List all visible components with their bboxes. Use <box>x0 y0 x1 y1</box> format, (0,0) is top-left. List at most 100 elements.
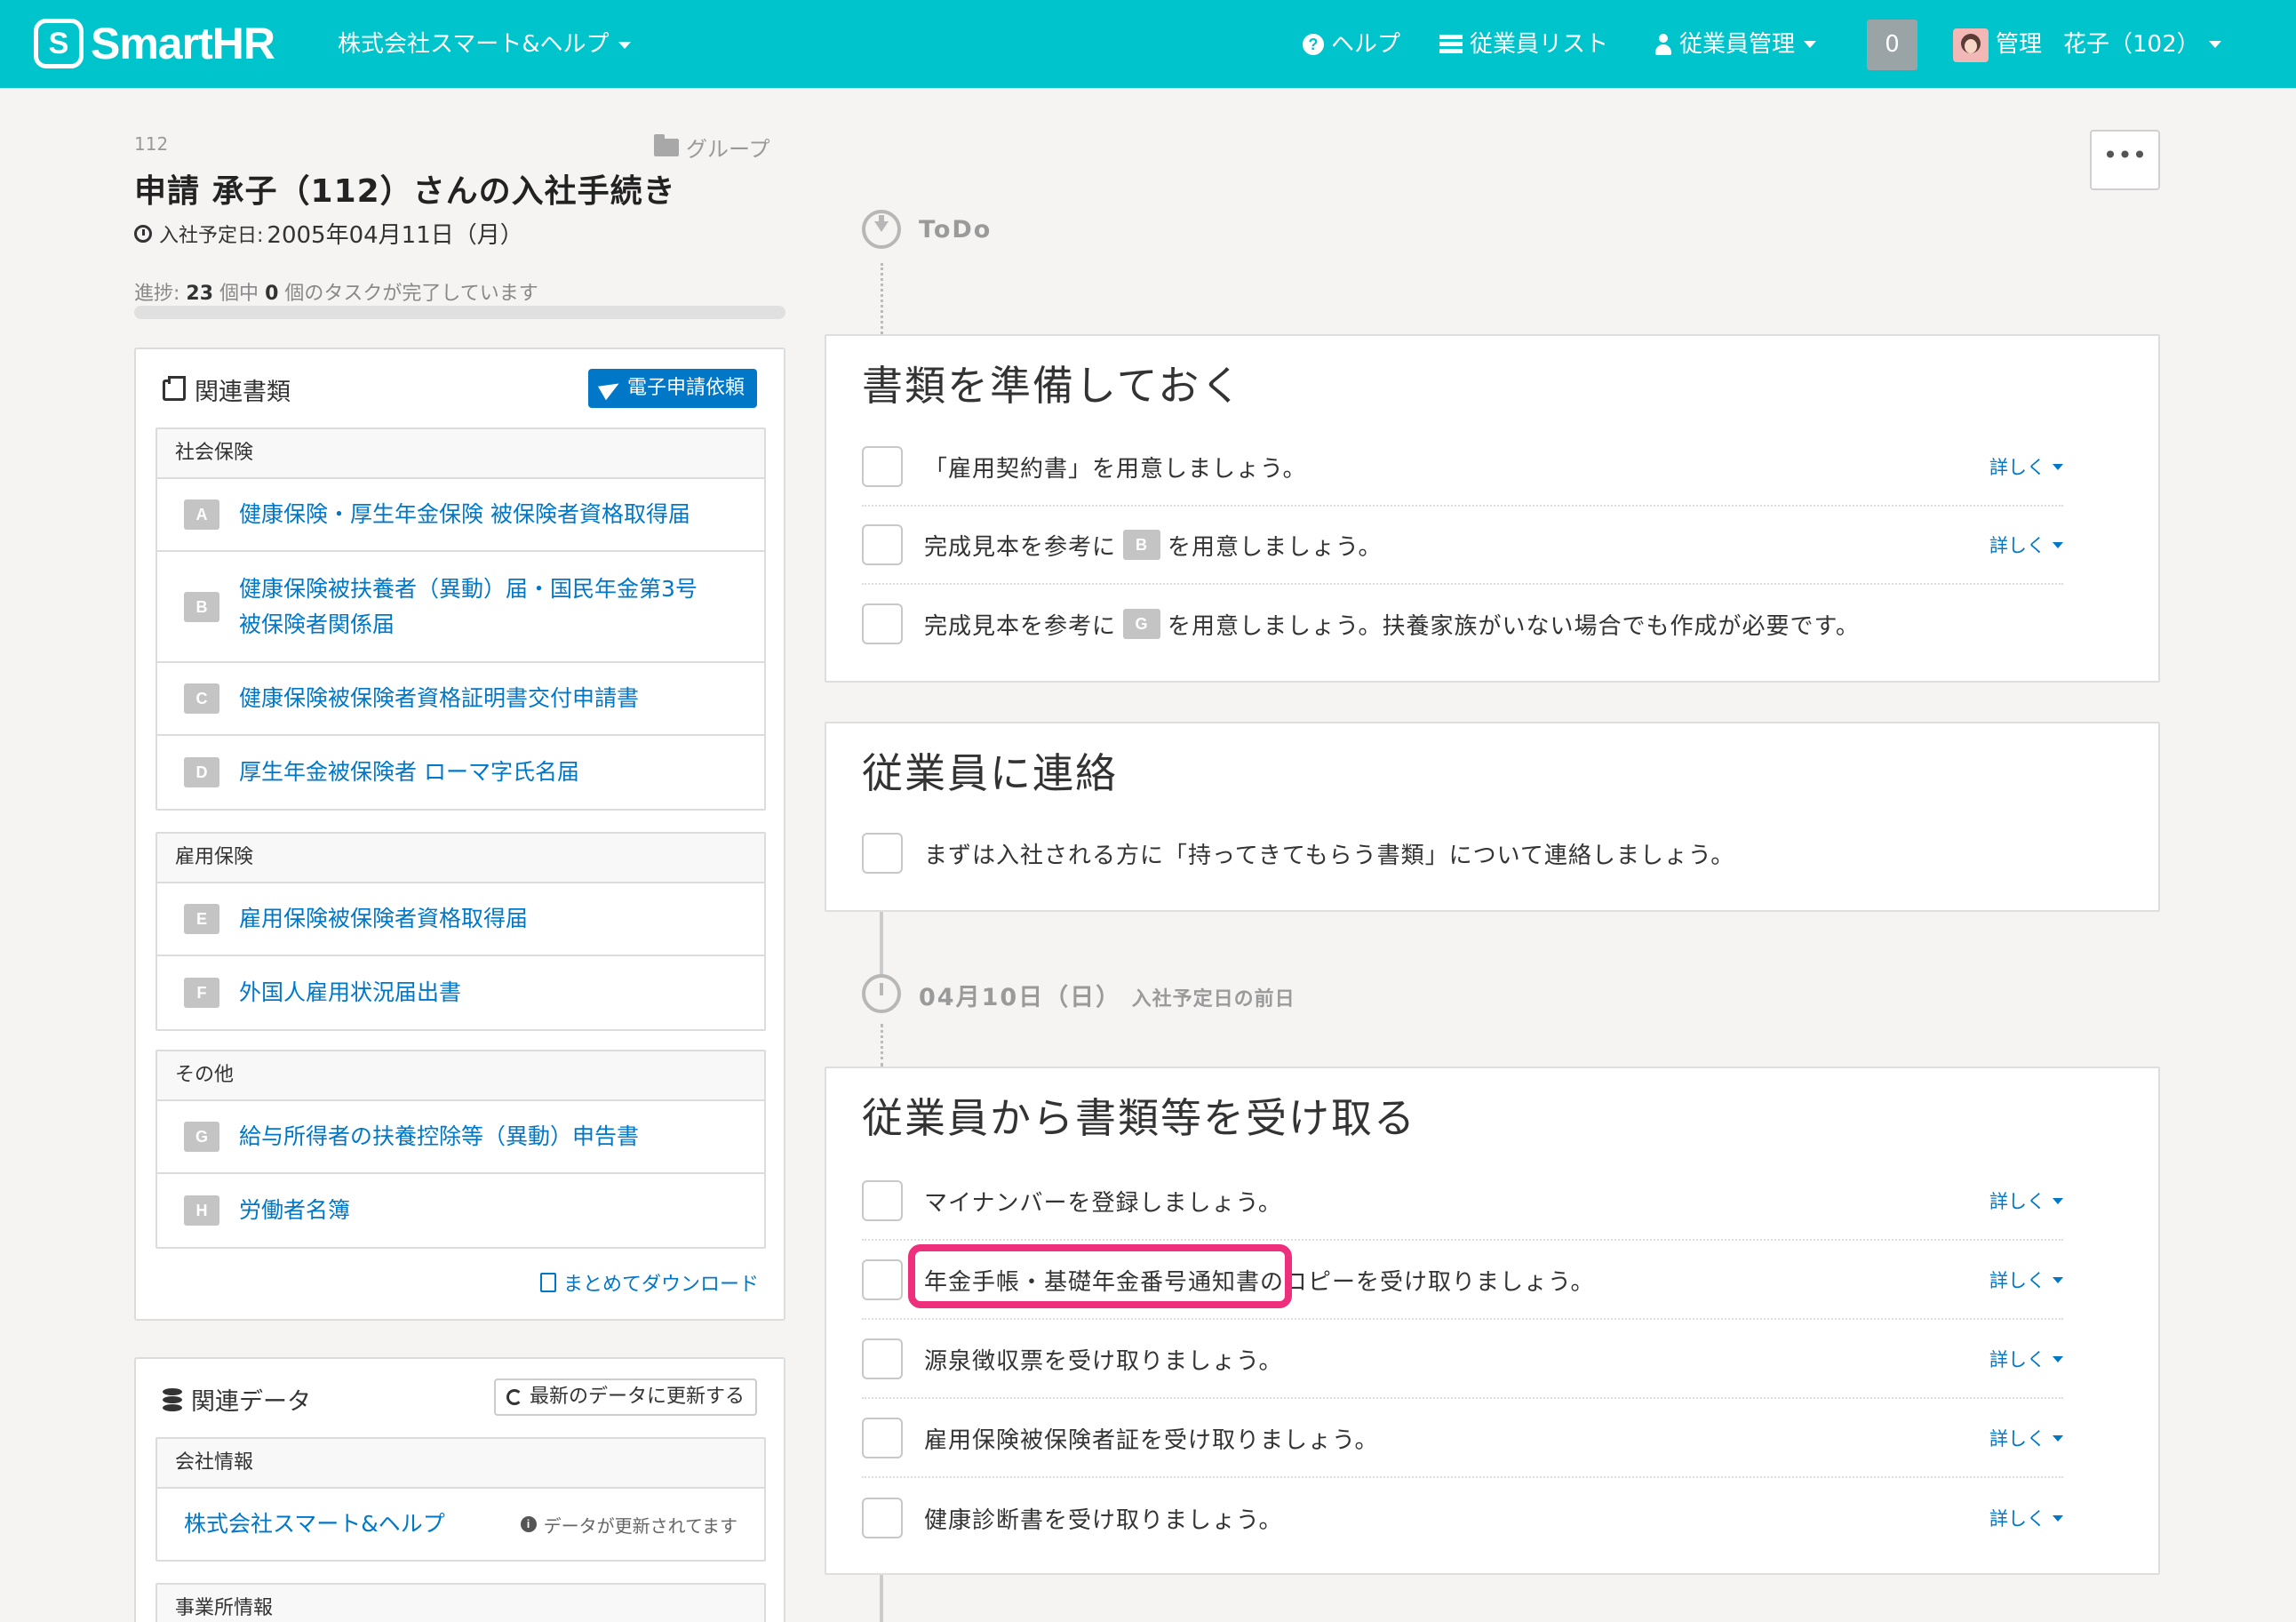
file-download-icon <box>539 1273 556 1292</box>
task-checkbox[interactable] <box>862 1498 903 1538</box>
office-info-group: 事業所情報 <box>155 1583 766 1622</box>
task-row: 源泉徴収票を受け取りましょう。 詳しく <box>862 1321 2063 1399</box>
user-menu[interactable]: 管理 花子（102） <box>1996 27 2221 62</box>
document-letter-badge: E <box>184 904 219 934</box>
company-switcher[interactable]: 株式会社スマート&ヘルプ <box>338 28 631 60</box>
related-documents-panel: 関連書類 電子申請依頼 社会保険 A 健康保険・厚生年金保険 被保険者資格取得届 … <box>134 348 785 1321</box>
card-title: 従業員に連絡 <box>862 749 1118 797</box>
task-card-receive-documents: 従業員から書類等を受け取る マイナンバーを登録しましょう。 詳しく 年金手帳・基… <box>825 1067 2160 1575</box>
details-label: 詳しく <box>1989 1349 2045 1370</box>
card-title: 従業員から書類等を受け取る <box>862 1094 1416 1142</box>
details-toggle[interactable]: 詳しく <box>1989 1346 2063 1372</box>
document-group-label: 社会保険 <box>157 429 764 479</box>
document-link[interactable]: 健康保険被保険者資格証明書交付申請書 <box>239 681 639 716</box>
office-info-label: 事業所情報 <box>157 1585 764 1622</box>
task-checkbox[interactable] <box>862 1338 903 1379</box>
task-row: 雇用保険被保険者証を受け取りましょう。 詳しく <box>862 1400 2063 1478</box>
document-row-h[interactable]: H 労働者名簿 <box>157 1174 764 1247</box>
question-circle-icon: ? <box>1303 34 1324 55</box>
timeline-dash <box>881 263 883 334</box>
join-date-label: 入社予定日: <box>159 224 264 247</box>
group-link[interactable]: グループ <box>654 132 770 163</box>
smarthr-logo[interactable]: S SmartHR <box>34 18 275 69</box>
user-icon <box>1654 34 1672 55</box>
document-link[interactable]: 厚生年金被保険者 ローマ字氏名届 <box>239 755 579 790</box>
document-row-e[interactable]: E 雇用保険被保険者資格取得届 <box>157 883 764 956</box>
timeline-line <box>880 910 883 981</box>
task-card-contact-employee: 従業員に連絡 まずは入社される方に「持ってきてもらう書類」について連絡しましょう… <box>825 722 2160 912</box>
employee-management-label: 従業員管理 <box>1679 31 1796 58</box>
user-name: 花子（102） <box>2063 31 2200 58</box>
task-checkbox[interactable] <box>862 833 903 874</box>
page-title: 申請 承子（112）さんの入社手続き <box>134 173 676 210</box>
clock-icon <box>862 974 901 1013</box>
document-row-a[interactable]: A 健康保険・厚生年金保険 被保険者資格取得届 <box>157 479 764 552</box>
refresh-data-button[interactable]: 最新のデータに更新する <box>493 1378 757 1416</box>
more-options-button[interactable]: ••• <box>2090 130 2160 190</box>
folder-icon <box>654 133 679 156</box>
download-all-link[interactable]: まとめてダウンロード <box>539 1268 759 1297</box>
details-toggle[interactable]: 詳しく <box>1989 1187 2063 1214</box>
task-row: まずは入社される方に「持ってきてもらう書類」について連絡しましょう。 <box>862 814 2063 892</box>
document-row-g[interactable]: G 給与所得者の扶養控除等（異動）申告書 <box>157 1101 764 1174</box>
document-row-c[interactable]: C 健康保険被保険者資格証明書交付申請書 <box>157 663 764 736</box>
timeline-line <box>880 1575 883 1622</box>
employee-list-link[interactable]: 従業員リスト <box>1439 27 1608 62</box>
progress-bar <box>134 306 785 319</box>
document-link[interactable]: 外国人雇用状況届出書 <box>239 975 461 1011</box>
progress-done: 0 <box>265 283 279 305</box>
details-toggle[interactable]: 詳しく <box>1989 1266 2063 1293</box>
task-text-post: を用意しましょう。扶養家族がいない場合でも作成が必要です。 <box>1168 612 1860 640</box>
chevron-down-icon <box>2208 41 2221 48</box>
document-row-f[interactable]: F 外国人雇用状況届出書 <box>157 956 764 1029</box>
help-link[interactable]: ? ヘルプ <box>1303 27 1400 62</box>
chevron-down-icon <box>2053 1355 2063 1362</box>
task-checkbox[interactable] <box>862 603 903 644</box>
database-icon <box>163 1387 182 1411</box>
avatar[interactable] <box>1953 28 1989 62</box>
progress-mid: 個中 <box>219 283 259 305</box>
document-link[interactable]: 健康保険被扶養者（異動）届・国民年金第3号 被保険者関係届 <box>239 571 698 643</box>
task-text-pre: 完成見本を参考に <box>924 533 1117 561</box>
notification-badge[interactable]: 0 <box>1867 20 1917 70</box>
employee-list-label: 従業員リスト <box>1470 31 1609 58</box>
employee-management-menu[interactable]: 従業員管理 <box>1654 27 1817 62</box>
details-toggle[interactable]: 詳しく <box>1989 1425 2063 1451</box>
task-row: 「雇用契約書」を用意しましょう。 詳しく <box>862 428 2063 507</box>
related-data-panel: 関連データ 最新のデータに更新する 会社情報 株式会社スマート&ヘルプ i データが… <box>134 1357 785 1622</box>
company-link[interactable]: 株式会社スマート&ヘルプ <box>184 1506 521 1542</box>
chevron-down-icon <box>2053 541 2063 548</box>
document-link[interactable]: 給与所得者の扶養控除等（異動）申告書 <box>239 1119 639 1155</box>
task-text: 「雇用契約書」を用意しましょう。 <box>924 455 1307 483</box>
chevron-down-icon <box>2053 1514 2063 1522</box>
chevron-down-icon <box>618 41 631 49</box>
task-checkbox[interactable] <box>862 524 903 565</box>
related-data-title: 関連データ <box>191 1388 311 1416</box>
list-icon <box>1439 35 1463 54</box>
task-checkbox[interactable] <box>862 1259 903 1300</box>
highlight-annotation <box>908 1244 1292 1308</box>
document-letter-badge: A <box>184 499 219 530</box>
task-checkbox[interactable] <box>862 1418 903 1458</box>
company-info-row: 株式会社スマート&ヘルプ i データが更新されてます <box>157 1489 764 1560</box>
task-checkbox[interactable] <box>862 446 903 487</box>
document-letter-badge: H <box>184 1195 219 1226</box>
details-toggle[interactable]: 詳しく <box>1989 453 2063 480</box>
document-group-employment-insurance: 雇用保険 E 雇用保険被保険者資格取得届 F 外国人雇用状況届出書 <box>155 832 766 1031</box>
e-application-request-button[interactable]: 電子申請依頼 <box>587 369 757 408</box>
document-link[interactable]: 健康保険・厚生年金保険 被保険者資格取得届 <box>239 497 690 532</box>
document-row-b[interactable]: B 健康保険被扶養者（異動）届・国民年金第3号 被保険者関係届 <box>157 552 764 663</box>
document-row-d[interactable]: D 厚生年金被保険者 ローマ字氏名届 <box>157 736 764 809</box>
document-link[interactable]: 労働者名簿 <box>239 1193 350 1228</box>
task-text: まずは入社される方に「持ってきてもらう書類」について連絡しましょう。 <box>924 842 1735 869</box>
chevron-down-icon <box>2053 1276 2063 1283</box>
task-text: 源泉徴収票を受け取りましょう。 <box>924 1347 1283 1375</box>
details-label: 詳しく <box>1989 1428 2045 1450</box>
progress-total: 23 <box>186 283 214 305</box>
task-text-pre: 完成見本を参考に <box>924 612 1117 640</box>
details-toggle[interactable]: 詳しく <box>1989 531 2063 558</box>
document-link[interactable]: 雇用保険被保険者資格取得届 <box>239 901 528 937</box>
details-toggle[interactable]: 詳しく <box>1989 1505 2063 1531</box>
task-checkbox[interactable] <box>862 1180 903 1221</box>
task-text: 雇用保険被保険者証を受け取りましょう。 <box>924 1426 1379 1454</box>
